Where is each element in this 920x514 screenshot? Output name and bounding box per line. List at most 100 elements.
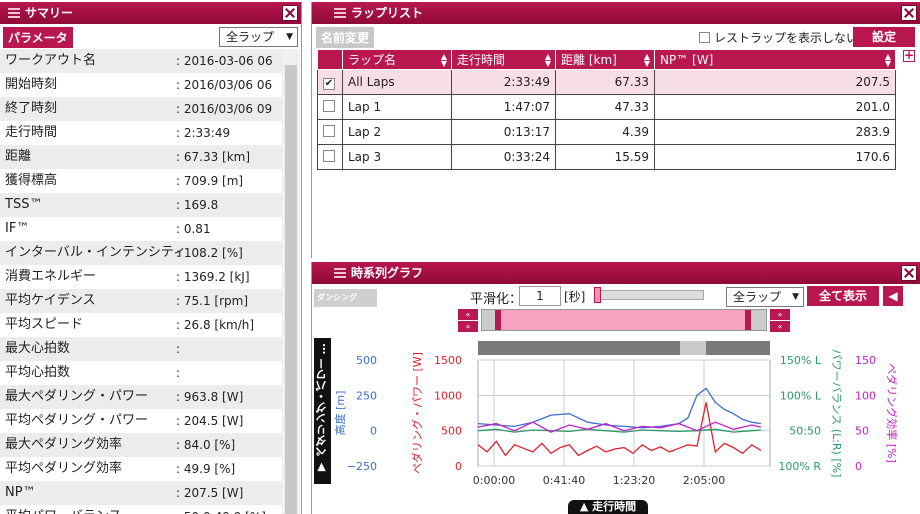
back-arrow-icon[interactable]: ◀ — [883, 286, 903, 306]
chevron-down-icon: ▼ — [286, 32, 293, 42]
summary-row: 距離: 67.33 [km] — [0, 145, 282, 169]
rename-button[interactable]: 名前変更 — [316, 27, 375, 48]
summary-table: ワークアウト名: 2016-03-06 06 開始時刻: 2016/03/06 0… — [0, 49, 282, 514]
summary-row-value: : 1369.2 [kJ] — [176, 270, 250, 284]
lap-checkbox[interactable] — [323, 124, 335, 137]
hide-rest-laps-toggle[interactable]: レストラップを表示しない — [699, 29, 858, 46]
x-tick-label: 0:41:40 — [543, 474, 585, 487]
smoothing-input[interactable]: 1 — [519, 286, 561, 306]
smoothing-slider[interactable] — [596, 290, 704, 300]
lap-row[interactable]: Lap 1 1:47:07 47.33 201.0 — [317, 94, 896, 120]
lap-header-np[interactable]: NP™ [W] ▲ ▼ — [654, 49, 896, 70]
summary-row-value: : 75.1 [rpm] — [176, 294, 248, 308]
show-all-button[interactable]: 全て表示 — [807, 286, 879, 306]
summary-row-key: 平均スピード — [5, 317, 84, 332]
lap-table: ラップ名 ▲ ▼ 走行時間 ▲ ▼ 距離 [km] ▲ ▼ NP™ [W] ▲ ▼ ✔ All L… — [317, 49, 896, 170]
lap-time: 2:33:49 — [451, 69, 556, 95]
lap-distance: 67.33 — [555, 69, 655, 95]
y-tick-label-power: 500 — [441, 425, 462, 438]
summary-row-key: 最大ペダリング効率 — [5, 437, 123, 452]
y-tick-label-efficiency: 0 — [855, 460, 862, 473]
lap-row[interactable]: ✔ All Laps 2:33:49 67.33 207.5 — [317, 69, 896, 95]
lap-row[interactable]: Lap 2 0:13:17 4.39 283.9 — [317, 119, 896, 145]
range-selection[interactable] — [495, 310, 751, 330]
dancing-toggle[interactable]: ダンシング — [314, 289, 377, 307]
summary-row-key: 獲得標高 — [5, 173, 58, 188]
lap-header-check — [317, 49, 343, 70]
range-right-fast-button[interactable]: « — [770, 321, 790, 332]
summary-row: 平均ペダリング・パワー: 204.5 [W] — [0, 409, 282, 433]
summary-row-value: : 0.81 — [176, 222, 211, 236]
lap-header-distance[interactable]: 距離 [km] ▲ ▼ — [555, 49, 655, 70]
lap-checkbox-cell[interactable] — [317, 119, 343, 145]
summary-row: 平均ペダリング効率: 49.9 [%] — [0, 457, 282, 481]
summary-row: 走行時間: 2:33:49 — [0, 121, 282, 145]
summary-row-value: : 49.9 [%] — [176, 462, 236, 476]
lap-row[interactable]: Lap 3 0:33:24 15.59 170.6 — [317, 144, 896, 170]
smoothing-slider-handle[interactable] — [594, 287, 601, 303]
range-left-fast-button[interactable]: « — [458, 309, 478, 320]
laplist-close-icon[interactable] — [901, 5, 917, 21]
summary-scrollbar-thumb[interactable] — [285, 65, 297, 514]
summary-title: サマリー — [0, 2, 73, 24]
timeseries-chart[interactable]: 0:00:00 0:41:40 1:23:20 2:05:005002500−2501… — [312, 336, 920, 514]
overview-bar — [478, 341, 770, 355]
lap-checkbox[interactable] — [323, 149, 335, 162]
parameter-label: パラメータ — [3, 27, 73, 48]
lap-name: Lap 2 — [342, 119, 452, 145]
lap-np: 207.5 — [654, 69, 896, 95]
lap-checkbox[interactable] — [323, 99, 335, 112]
summary-row-value: : 2:33:49 — [176, 126, 231, 140]
summary-row: 最大ペダリング・パワー: 963.8 [W] — [0, 385, 282, 409]
summary-panel: サマリー パラメータ 全ラップ ▼ ワークアウト名: 2016-03-06 06… — [0, 2, 302, 514]
summary-row-key: 平均ケイデンス — [5, 293, 96, 308]
y-tick-label-efficiency: 50 — [855, 425, 869, 438]
timeseries-close-icon[interactable] — [901, 265, 917, 281]
range-right-step-button[interactable]: » — [770, 309, 790, 320]
chevron-down-icon: ▼ — [792, 292, 799, 302]
summary-close-icon[interactable] — [282, 5, 298, 21]
y-tick-label-efficiency: 150 — [855, 354, 876, 367]
timeseries-titlebar: 時系列グラフ — [312, 262, 920, 284]
summary-row-value: : 84.0 [%] — [176, 438, 236, 452]
summary-row: 平均心拍数: — [0, 361, 282, 385]
lap-checkbox-cell[interactable] — [317, 94, 343, 120]
lap-distance: 4.39 — [555, 119, 655, 145]
summary-row-key: NP™ — [5, 485, 36, 500]
y-tick-label-altitude: 0 — [370, 425, 377, 438]
summary-row-value: : 169.8 — [176, 198, 219, 212]
summary-row-key: 平均心拍数 — [5, 365, 71, 380]
y-tick-label-balance: 100% R — [778, 460, 821, 473]
range-left-step-button[interactable]: » — [458, 321, 478, 332]
settings-button[interactable]: 設定 — [853, 27, 915, 47]
add-column-icon[interactable]: + — [903, 49, 915, 62]
lap-checkbox-cell[interactable] — [317, 144, 343, 170]
summary-titlebar: サマリー — [0, 2, 301, 24]
summary-row-key: 最大心拍数 — [5, 341, 71, 356]
x-tick-label: 1:23:20 — [613, 474, 655, 487]
lap-name: Lap 3 — [342, 144, 452, 170]
lap-name: Lap 1 — [342, 94, 452, 120]
summary-scrollbar[interactable] — [282, 49, 300, 514]
x-tick-label: 0:00:00 — [473, 474, 515, 487]
overview-window[interactable] — [680, 341, 706, 355]
timeseries-lap-select[interactable]: 全ラップ ▼ — [726, 287, 804, 307]
laplist-titlebar: ラップリスト — [312, 2, 920, 24]
lap-header-name[interactable]: ラップ名 ▲ ▼ — [342, 49, 452, 70]
lap-time: 0:13:17 — [451, 119, 556, 145]
lap-distance: 47.33 — [555, 94, 655, 120]
summary-row: 平均ケイデンス : 75.1 [rpm] — [0, 289, 282, 313]
summary-row-value: : 2016-03-06 06 — [176, 54, 273, 68]
summary-lap-select[interactable]: 全ラップ ▼ — [219, 27, 298, 47]
hide-rest-laps-checkbox[interactable] — [699, 32, 710, 43]
lap-checkbox-cell[interactable]: ✔ — [317, 69, 343, 95]
summary-row: TSS™: 169.8 — [0, 193, 282, 217]
summary-row: インターバル・インテンシティ: 108.2 [%] — [0, 241, 282, 265]
lap-header-time[interactable]: 走行時間 ▲ ▼ — [451, 49, 556, 70]
laplist-panel: ラップリスト 名前変更 レストラップを表示しない 設定 + ラップ名 ▲ ▼ 走行時… — [311, 2, 920, 258]
bottom-axis-tab[interactable]: ▲ 走行時間 — [568, 500, 648, 514]
summary-row-key: 消費エネルギー — [5, 269, 97, 284]
summary-row-value: : 26.8 [km/h] — [176, 318, 255, 332]
lap-checkbox[interactable]: ✔ — [323, 77, 335, 90]
summary-row-key: 平均ペダリング・パワー — [5, 413, 149, 428]
